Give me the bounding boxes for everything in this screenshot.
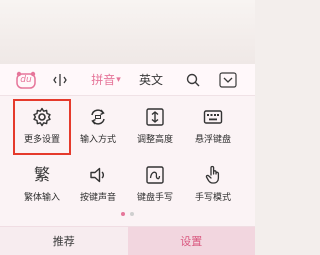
keyboard-toolbar: du 拼音 ▾ 英文 xyxy=(0,64,255,96)
traditional-glyph: 繁 xyxy=(33,165,50,184)
adjust-height-icon xyxy=(144,106,166,128)
collapse-keyboard-button[interactable] xyxy=(216,64,240,96)
pinyin-label: 拼音 xyxy=(91,73,116,87)
grid-label: 繁体输入 xyxy=(23,193,60,203)
bottom-tab-bar: 推荐 设置 xyxy=(0,226,255,255)
input-mode-icon xyxy=(87,106,109,128)
grid-label: 输入方式 xyxy=(79,135,116,145)
tab-recommend[interactable]: 推荐 xyxy=(0,227,128,255)
logo-text: du xyxy=(20,75,32,85)
grid-item-floating-keyboard[interactable]: 悬浮键盘 xyxy=(185,104,241,150)
grid-label: 悬浮键盘 xyxy=(194,135,231,145)
app-background xyxy=(0,0,255,64)
grid-label: 键盘手写 xyxy=(136,193,173,203)
grid-item-traditional-input[interactable]: 繁 繁体输入 xyxy=(14,162,70,208)
english-label: 英文 xyxy=(138,73,163,87)
gear-icon xyxy=(31,106,53,128)
search-icon xyxy=(186,73,200,87)
page-indicator xyxy=(0,212,255,218)
grid-item-keyboard-handwriting[interactable]: 键盘手写 xyxy=(127,162,183,208)
grid-item-input-mode[interactable]: 输入方式 xyxy=(70,104,126,150)
handwrite-keyboard-icon xyxy=(144,164,166,186)
chevron-down-icon: ▾ xyxy=(116,75,121,85)
grid-label: 按键声音 xyxy=(79,193,116,203)
tab-settings[interactable]: 设置 xyxy=(127,227,255,255)
hand-icon xyxy=(202,164,224,186)
screen: du 拼音 ▾ 英文 更多设置 输入方式 调整高度 悬浮键盘 繁 繁体输入 按键… xyxy=(0,0,255,255)
speaker-icon xyxy=(87,164,109,186)
grid-item-handwriting-mode[interactable]: 手写模式 xyxy=(185,162,241,208)
text-cursor-icon xyxy=(53,74,67,86)
cursor-move-button[interactable] xyxy=(50,64,70,96)
page-dot-2[interactable] xyxy=(130,212,134,216)
grid-item-adjust-height[interactable]: 调整高度 xyxy=(127,104,183,150)
grid-label: 手写模式 xyxy=(194,193,231,203)
page-dot-1[interactable] xyxy=(121,212,125,216)
floating-keyboard-icon xyxy=(202,106,224,128)
grid-item-more-settings[interactable]: 更多设置 xyxy=(14,104,70,150)
search-button[interactable] xyxy=(182,64,204,96)
du-logo-button[interactable]: du xyxy=(14,64,38,96)
english-mode-button[interactable]: 英文 xyxy=(136,64,166,96)
grid-label: 更多设置 xyxy=(23,135,60,145)
grid-item-key-sound[interactable]: 按键声音 xyxy=(70,162,126,208)
collapse-icon xyxy=(219,72,237,88)
pinyin-mode-button[interactable]: 拼音 ▾ xyxy=(86,64,126,96)
traditional-chinese-icon: 繁 xyxy=(31,164,53,186)
grid-label: 调整高度 xyxy=(136,135,173,145)
